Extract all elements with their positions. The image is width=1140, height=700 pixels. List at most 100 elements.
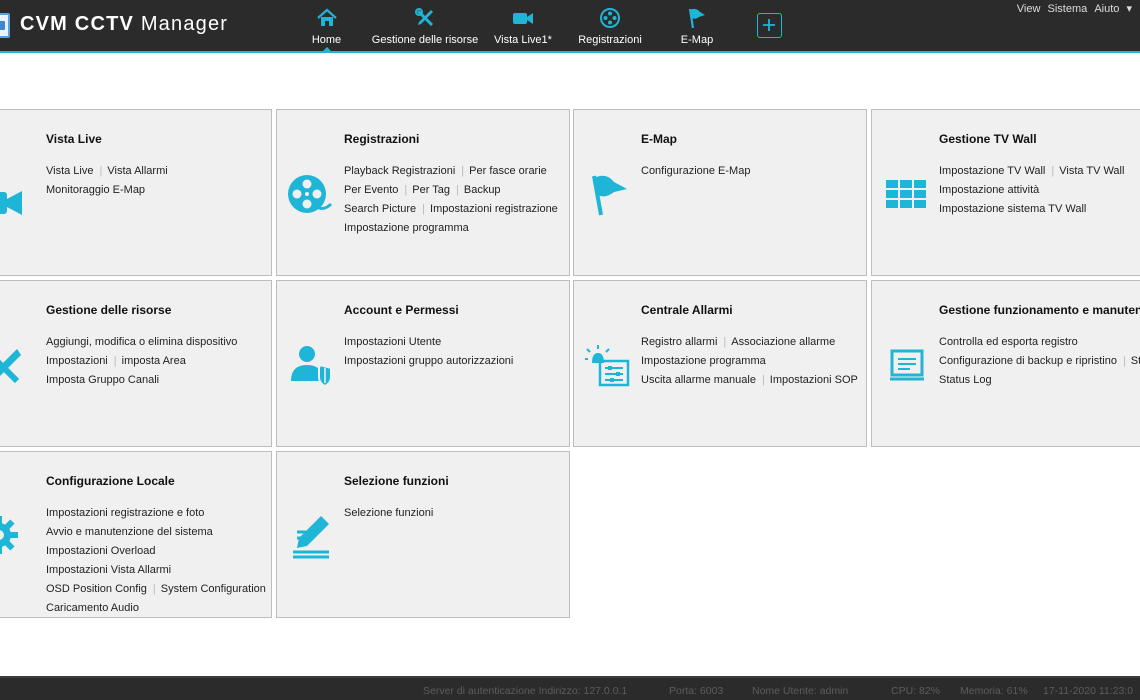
- menu-aiuto[interactable]: Aiuto: [1094, 3, 1119, 15]
- film-reel-icon: [600, 8, 620, 28]
- link-per-fasce-orarie[interactable]: Per fasce orarie: [469, 165, 547, 177]
- link-registro-allarmi[interactable]: Registro allarmi: [641, 336, 717, 348]
- link-configurazione-emap[interactable]: Configurazione E-Map: [641, 165, 750, 177]
- top-bar-accent-line: [0, 51, 1140, 53]
- home-icon: [316, 8, 337, 26]
- card-registrazioni: Registrazioni Playback Registrazioni | Per…: [276, 109, 570, 276]
- card-title: Gestione TV Wall: [939, 132, 1037, 146]
- card-account-permessi: Account e Permessi Impostazioni Utente I…: [276, 280, 570, 447]
- status-datetime: 17-11-2020 11:23:0: [1043, 685, 1134, 697]
- status-memory: Memoria: 61%: [960, 685, 1028, 697]
- film-reel-icon: [288, 175, 333, 213]
- status-cpu: CPU: 82%: [891, 685, 941, 697]
- top-menu: View Sistema Aiuto ▾: [1013, 2, 1132, 15]
- link-separator: |: [404, 184, 408, 196]
- card-configurazione-locale: Configurazione Locale Impostazioni regis…: [0, 451, 272, 618]
- link-separator: |: [456, 184, 459, 196]
- link-separator: |: [1051, 165, 1055, 177]
- link-separator: |: [113, 355, 117, 367]
- card-gestione-risorse: Gestione delle risorse Aggiungi, modific…: [0, 280, 272, 447]
- link-impostazioni-utente[interactable]: Impostazioni Utente: [344, 336, 441, 348]
- link-separator: |: [1122, 355, 1126, 367]
- link-configurazione-backup-ripristino[interactable]: Configurazione di backup e ripristino: [939, 355, 1117, 367]
- link-sta[interactable]: Sta: [1131, 355, 1140, 367]
- link-search-picture[interactable]: Search Picture: [344, 203, 416, 215]
- link-per-evento[interactable]: Per Evento: [344, 184, 398, 196]
- add-tab-button[interactable]: [757, 13, 782, 38]
- card-title: Configurazione Locale: [46, 474, 175, 488]
- card-title: Account e Permessi: [344, 303, 459, 317]
- pen-edit-icon: [293, 516, 329, 559]
- link-controlla-esporta-registro[interactable]: Controlla ed esporta registro: [939, 336, 1078, 348]
- monitor-icon: [890, 349, 924, 381]
- link-monitoraggio-emap[interactable]: Monitoraggio E-Map: [46, 184, 145, 196]
- link-separator: |: [723, 336, 727, 348]
- link-impostazione-attivita[interactable]: Impostazione attività: [939, 184, 1039, 196]
- link-vista-allarmi[interactable]: Vista Allarmi: [107, 165, 167, 177]
- alarm-panel-icon: [585, 345, 630, 387]
- link-impostazioni-registrazione[interactable]: Impostazioni registrazione: [430, 203, 558, 215]
- status-server-address: Server di autenticazione Indirizzo: 127.…: [423, 685, 628, 697]
- link-backup[interactable]: Backup: [464, 184, 501, 196]
- link-status-log[interactable]: Status Log: [939, 374, 992, 386]
- link-impostazioni-sop[interactable]: Impostazioni SOP: [770, 374, 858, 386]
- link-associazione-allarme[interactable]: Associazione allarme: [731, 336, 835, 348]
- tab-registrazioni[interactable]: Registrazioni: [576, 0, 644, 51]
- tab-gestione-risorse[interactable]: Gestione delle risorse: [369, 0, 481, 51]
- link-avvio-manutenzione[interactable]: Avvio e manutenzione del sistema: [46, 526, 213, 538]
- tools-icon: [0, 349, 21, 384]
- link-impostazioni-registrazione-foto[interactable]: Impostazioni registrazione e foto: [46, 507, 204, 519]
- link-impostazione-tv-wall[interactable]: Impostazione TV Wall: [939, 165, 1045, 177]
- status-bar: Server di autenticazione Indirizzo: 127.…: [0, 676, 1140, 700]
- link-imposta-area[interactable]: imposta Area: [122, 355, 186, 367]
- link-impostazioni-vista-allarmi[interactable]: Impostazioni Vista Allarmi: [46, 564, 171, 576]
- card-title: Gestione funzionamento e manutenzio: [939, 303, 1140, 317]
- card-centrale-allarmi: Centrale Allarmi Registro allarmi | Associ…: [573, 280, 867, 447]
- menu-dropdown-icon[interactable]: ▾: [1126, 3, 1132, 15]
- card-title: Vista Live: [46, 132, 102, 146]
- link-imposta-gruppo-canali[interactable]: Imposta Gruppo Canali: [46, 374, 159, 386]
- menu-view[interactable]: View: [1017, 3, 1041, 15]
- link-aggiungi-dispositivo[interactable]: Aggiungi, modifica o elimina dispositivo: [46, 336, 237, 348]
- card-emap: E-Map Configurazione E-Map: [573, 109, 867, 276]
- menu-sistema[interactable]: Sistema: [1048, 3, 1088, 15]
- link-impostazioni-gruppo-autorizzazioni[interactable]: Impostazioni gruppo autorizzazioni: [344, 355, 513, 367]
- top-bar: CVM CCTV Manager Home Gestione delle ris…: [0, 0, 1140, 53]
- link-per-tag[interactable]: Per Tag: [412, 184, 450, 196]
- link-separator: |: [152, 583, 156, 595]
- card-title: Centrale Allarmi: [641, 303, 733, 317]
- tools-icon: [415, 8, 434, 27]
- link-separator: |: [761, 374, 765, 386]
- status-port: Porta: 6003: [669, 685, 724, 697]
- link-uscita-allarme-manuale[interactable]: Uscita allarme manuale: [641, 374, 756, 386]
- video-camera-icon: [0, 191, 22, 215]
- link-impostazioni-overload[interactable]: Impostazioni Overload: [46, 545, 155, 557]
- card-tv-wall: Gestione TV Wall Impostazione TV Wall | Vi…: [871, 109, 1140, 276]
- link-impostazione-programma[interactable]: Impostazione programma: [641, 355, 766, 367]
- app-logo: [0, 13, 10, 38]
- tv-wall-grid-icon: [886, 180, 926, 208]
- link-caricamento-audio[interactable]: Caricamento Audio: [46, 602, 139, 614]
- video-camera-icon: [513, 13, 533, 24]
- tab-vista-live1[interactable]: Vista Live1*: [493, 0, 553, 51]
- link-impostazioni[interactable]: Impostazioni: [46, 355, 108, 367]
- tab-emap[interactable]: E-Map: [677, 0, 717, 51]
- link-separator: |: [461, 165, 465, 177]
- link-separator: |: [99, 165, 103, 177]
- app-title: CVM CCTV Manager: [20, 13, 229, 35]
- link-vista-live[interactable]: Vista Live: [46, 165, 94, 177]
- card-title: E-Map: [641, 132, 677, 146]
- tab-home[interactable]: Home: [304, 0, 349, 53]
- card-title: Registrazioni: [344, 132, 420, 146]
- card-gestione-manutenzione: Gestione funzionamento e manutenzio Cont…: [871, 280, 1140, 447]
- link-selezione-funzioni[interactable]: Selezione funzioni: [344, 507, 433, 519]
- link-system-configuration[interactable]: System Configuration: [161, 583, 266, 595]
- link-osd-position-config[interactable]: OSD Position Config: [46, 583, 147, 595]
- link-impostazione-sistema-tv-wall[interactable]: Impostazione sistema TV Wall: [939, 203, 1086, 215]
- status-user: Nome Utente: admin: [752, 685, 849, 697]
- link-impostazione-programma[interactable]: Impostazione programma: [344, 222, 469, 234]
- user-shield-icon: [291, 346, 332, 388]
- flag-icon: [688, 8, 705, 29]
- link-vista-tv-wall[interactable]: Vista TV Wall: [1059, 165, 1124, 177]
- link-playback-registrazioni[interactable]: Playback Registrazioni: [344, 165, 455, 177]
